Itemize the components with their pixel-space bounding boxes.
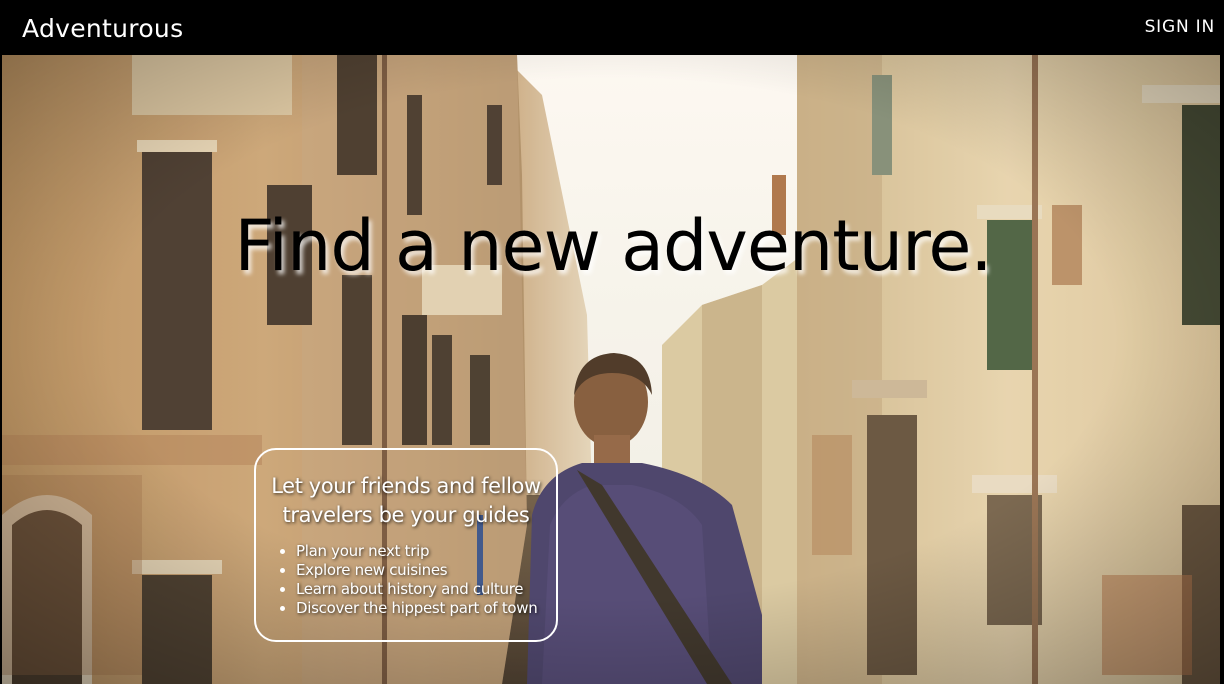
hero-background-image [2, 55, 1220, 684]
info-heading: Let your friends and fellow travelers be… [271, 474, 541, 527]
page-frame: Adventurous SIGN IN Find a new adventure… [0, 0, 1224, 684]
feature-list: Plan your next trip Explore new cuisines… [256, 542, 556, 618]
list-item: Discover the hippest part of town [296, 599, 556, 618]
hero-headline: Find a new adventure. [234, 205, 992, 287]
list-item: Explore new cuisines [296, 561, 556, 580]
sign-in-link[interactable]: SIGN IN [1145, 17, 1215, 37]
list-item: Plan your next trip [296, 542, 556, 561]
brand-logo[interactable]: Adventurous [22, 14, 183, 43]
hero-section: Find a new adventure. Let your friends a… [2, 55, 1220, 684]
top-navbar: Adventurous SIGN IN [2, 2, 1220, 55]
info-box: Let your friends and fellow travelers be… [254, 448, 558, 642]
list-item: Learn about history and culture [296, 580, 556, 599]
